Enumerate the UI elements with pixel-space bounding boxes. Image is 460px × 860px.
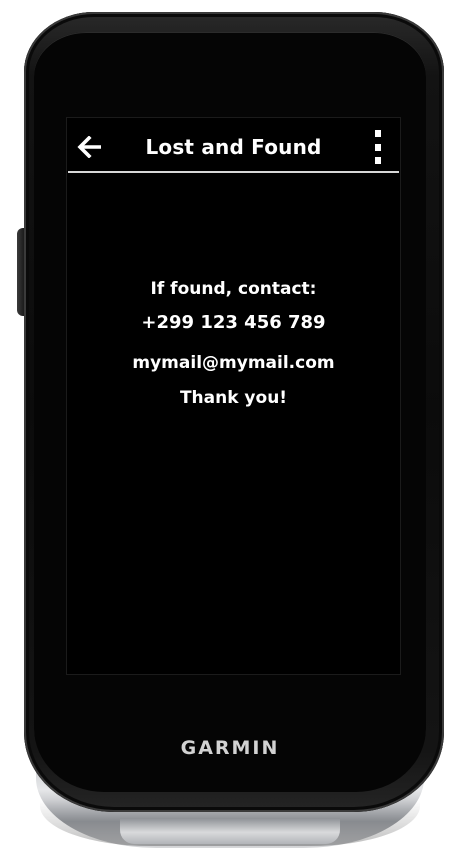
header-divider <box>68 171 399 173</box>
back-button[interactable] <box>75 132 105 162</box>
device-bottom-mount <box>120 818 340 844</box>
device-stage: Lost and Found If found, contact: +299 1… <box>0 0 460 860</box>
page-title: Lost and Found <box>145 135 322 159</box>
arrow-left-icon <box>77 136 101 158</box>
contact-prompt: If found, contact: <box>150 279 317 299</box>
menu-dot-middle <box>375 143 381 151</box>
screen-header: Lost and Found <box>67 118 400 173</box>
menu-dot-bottom <box>375 157 381 164</box>
brand-logo: GARMIN <box>180 737 280 759</box>
vertical-ellipsis-icon <box>375 130 381 137</box>
menu-button[interactable] <box>368 130 388 164</box>
thank-you-text: Thank you! <box>179 388 288 408</box>
contact-phone: +299 123 456 789 <box>141 312 326 333</box>
device-screen: Lost and Found If found, contact: +299 1… <box>67 118 400 674</box>
contact-email: mymail@mymail.com <box>132 353 335 373</box>
